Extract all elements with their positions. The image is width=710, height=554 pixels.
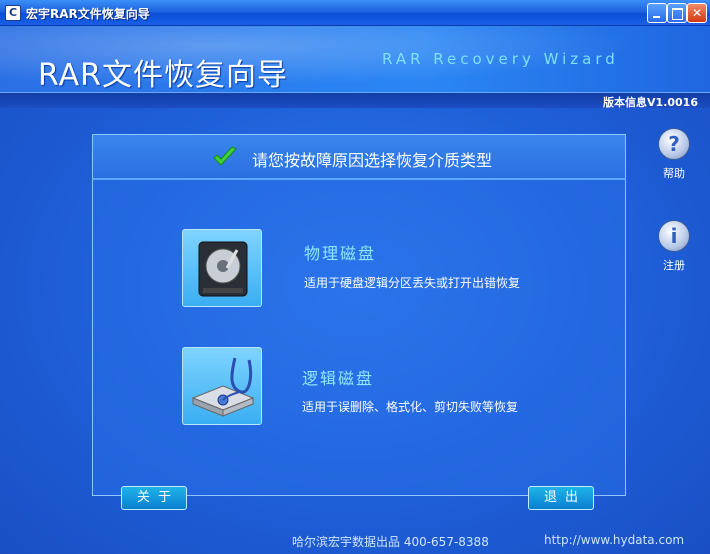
header-banner: RAR文件恢复向导 RAR Recovery Wizard: [0, 26, 710, 92]
disk-stethoscope-icon: [191, 357, 255, 417]
register-label: 注册: [663, 259, 685, 272]
maximize-icon: [668, 4, 686, 22]
help-icon: ?: [658, 128, 690, 160]
help-button[interactable]: ? 帮助: [654, 128, 694, 181]
window-title: 宏宇RAR文件恢复向导: [26, 7, 150, 21]
minimize-button[interactable]: [647, 3, 667, 23]
version-bar: 版本信息V1.0016: [0, 92, 710, 109]
app-logo-icon: C: [5, 5, 21, 21]
close-button[interactable]: ✕: [687, 3, 707, 23]
physical-disk-title[interactable]: 物理磁盘: [304, 240, 376, 264]
footer-url[interactable]: http://www.hydata.com: [544, 533, 684, 547]
title-bar: C 宏宇RAR文件恢复向导 ✕: [0, 0, 710, 26]
info-icon: i: [658, 220, 690, 252]
help-label: 帮助: [663, 167, 685, 180]
register-button[interactable]: i 注册: [654, 220, 694, 273]
hard-disk-icon: [198, 241, 248, 297]
panel-heading: 请您按故障原因选择恢复介质类型: [252, 151, 493, 170]
check-icon: [213, 146, 237, 166]
header-title: RAR文件恢复向导: [38, 58, 288, 92]
header-subtitle: RAR Recovery Wizard: [382, 50, 619, 68]
logical-disk-desc: 适用于误删除、格式化、剪切失败等恢复: [302, 400, 519, 414]
logical-disk-title[interactable]: 逻辑磁盘: [302, 365, 374, 389]
physical-disk-button[interactable]: [182, 229, 262, 307]
exit-button[interactable]: 退出: [528, 486, 594, 510]
close-icon: ✕: [691, 6, 703, 20]
footer-company: 哈尔滨宏宇数据出品 400-657-8388: [292, 535, 489, 549]
logical-disk-button[interactable]: [182, 347, 262, 425]
about-button[interactable]: 关于: [121, 486, 187, 510]
maximize-button[interactable]: [667, 3, 687, 23]
minimize-icon: [648, 4, 666, 22]
physical-disk-desc: 适用于硬盘逻辑分区丢失或打开出错恢复: [304, 276, 521, 290]
selection-panel: [92, 134, 626, 496]
